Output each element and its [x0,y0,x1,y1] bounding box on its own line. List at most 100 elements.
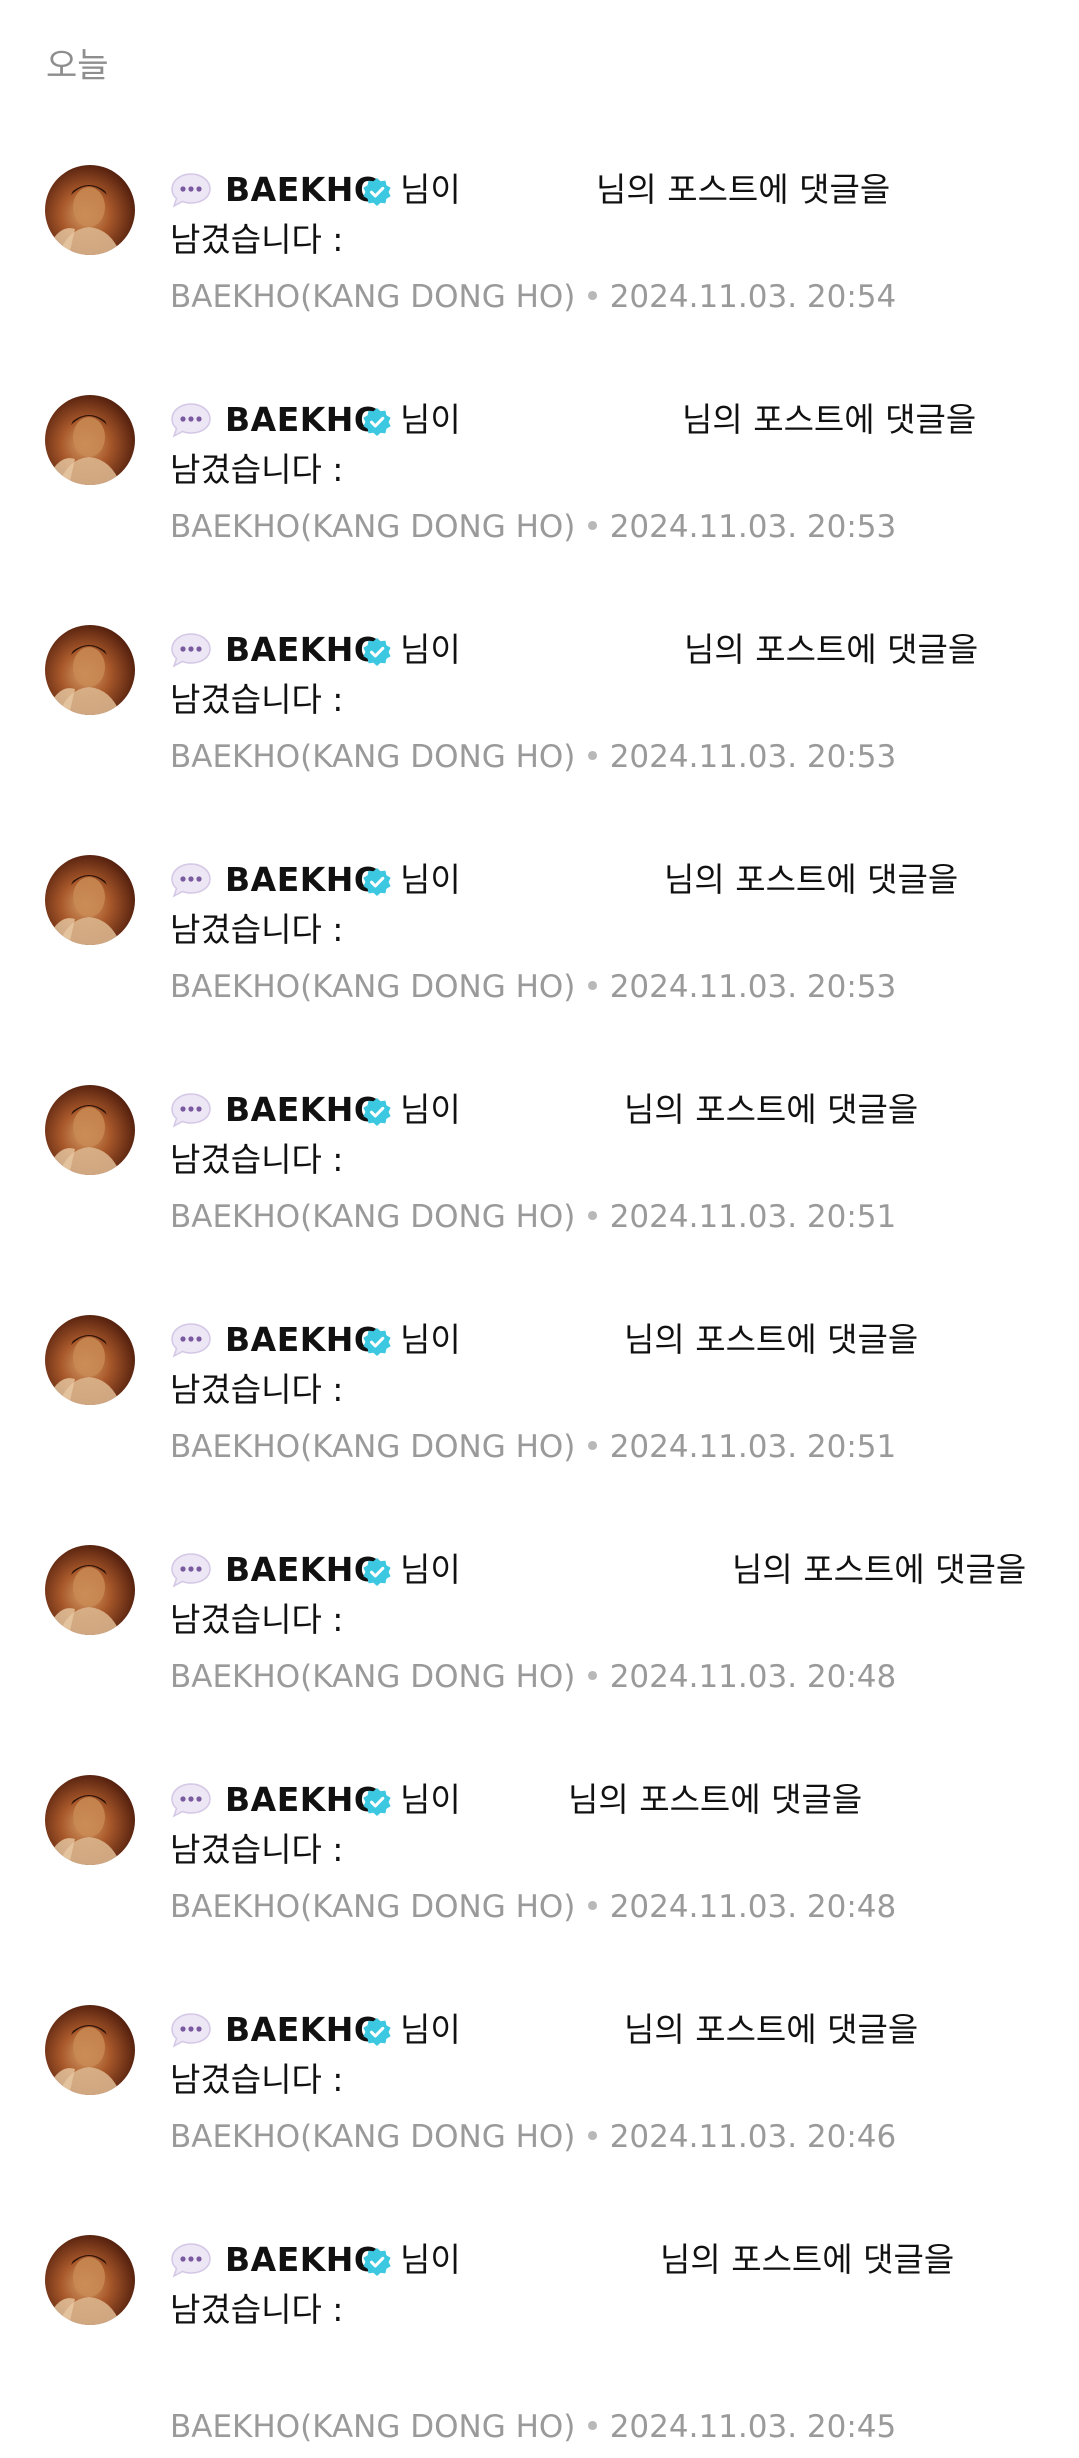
source-label: BAEKHO(KANG DONG HO) [170,509,576,545]
username[interactable]: BAEKHO [225,1777,382,1823]
avatar[interactable] [45,2005,135,2095]
source-label: BAEKHO(KANG DONG HO) [170,1199,576,1235]
action-suffix: 님의 포스트에 댓글을 [682,400,977,439]
notification-meta: BAEKHO(KANG DONG HO) • 2024.11.03. 20:53 [170,967,896,1007]
action-suffix: 님의 포스트에 댓글을 [596,170,891,209]
notification-item[interactable]: BAEKHO 님이 님의 포스트에 댓글을 남겼습니다 : BAEKHO(KAN… [0,625,1079,825]
action-prefix: 님이 [400,860,461,899]
notification-item[interactable]: BAEKHO 님이 님의 포스트에 댓글을 남겼습니다 : BAEKHO(KAN… [0,1315,1079,1515]
action-prefix: 님이 [400,1550,461,1589]
avatar[interactable] [45,625,135,715]
notification-text-line2: 남겼습니다 : [170,1830,344,1869]
action-suffix: 님의 포스트에 댓글을 [624,2010,919,2049]
chat-bubble-icon [170,862,212,898]
timestamp: 2024.11.03. 20:48 [609,1889,897,1925]
separator-dot: • [583,1659,602,1695]
chat-bubble-icon [170,2012,212,2048]
notification-text-line2: 남겼습니다 : [170,2290,344,2329]
username[interactable]: BAEKHO [225,627,382,673]
separator-dot: • [583,1889,602,1925]
action-suffix: 님의 포스트에 댓글을 [732,1550,1027,1589]
action-prefix: 님이 [400,400,461,439]
notification-item[interactable]: BAEKHO 님이 님의 포스트에 댓글을 남겼습니다 : BAEKHO(KAN… [0,1085,1079,1285]
separator-dot: • [583,509,602,545]
action-suffix: 님의 포스트에 댓글을 [660,2240,955,2279]
action-suffix: 님의 포스트에 댓글을 [624,1090,919,1129]
notification-text-line2: 남겼습니다 : [170,680,344,719]
action-suffix: 님의 포스트에 댓글을 [664,860,959,899]
avatar-image [51,1105,121,1175]
separator-dot: • [583,279,602,315]
avatar-image [51,1565,121,1635]
avatar[interactable] [45,855,135,945]
separator-dot: • [583,1199,602,1235]
verified-badge-icon [362,2247,392,2277]
action-suffix: 님의 포스트에 댓글을 [568,1780,863,1819]
notification-text-line2: 남겼습니다 : [170,450,344,489]
username[interactable]: BAEKHO [225,1317,382,1363]
verified-badge-icon [362,637,392,667]
chat-bubble-icon [170,1552,212,1588]
chat-bubble-icon [170,172,212,208]
source-label: BAEKHO(KANG DONG HO) [170,969,576,1005]
avatar-image [51,2255,121,2325]
separator-dot: • [583,2119,602,2155]
timestamp: 2024.11.03. 20:51 [609,1199,897,1235]
notification-meta: BAEKHO(KANG DONG HO) • 2024.11.03. 20:48 [170,1657,896,1697]
avatar[interactable] [45,1545,135,1635]
notification-item[interactable]: BAEKHO 님이 님의 포스트에 댓글을 남겼습니다 : BAEKHO(KAN… [0,2005,1079,2205]
verified-badge-icon [362,407,392,437]
notification-text-line2: 남겼습니다 : [170,1140,344,1179]
verified-badge-icon [362,2017,392,2047]
avatar[interactable] [45,1315,135,1405]
source-label: BAEKHO(KANG DONG HO) [170,739,576,775]
separator-dot: • [583,739,602,775]
avatar-image [51,415,121,485]
source-label: BAEKHO(KANG DONG HO) [170,1659,576,1695]
source-label: BAEKHO(KANG DONG HO) [170,279,576,315]
notification-item[interactable]: BAEKHO 님이 님의 포스트에 댓글을 남겼습니다 : BAEKHO(KAN… [0,165,1079,365]
notification-meta: BAEKHO(KANG DONG HO) • 2024.11.03. 20:45 [170,2407,896,2447]
timestamp: 2024.11.03. 20:48 [609,1659,897,1695]
username[interactable]: BAEKHO [225,2237,382,2283]
username[interactable]: BAEKHO [225,857,382,903]
notification-item[interactable]: BAEKHO 님이 님의 포스트에 댓글을 남겼습니다 : BAEKHO(KAN… [0,1545,1079,1745]
notification-meta: BAEKHO(KANG DONG HO) • 2024.11.03. 20:51 [170,1427,896,1467]
notification-meta: BAEKHO(KANG DONG HO) • 2024.11.03. 20:51 [170,1197,896,1237]
timestamp: 2024.11.03. 20:53 [609,509,897,545]
source-label: BAEKHO(KANG DONG HO) [170,1429,576,1465]
notification-item[interactable]: BAEKHO 님이 님의 포스트에 댓글을 남겼습니다 : BAEKHO(KAN… [0,855,1079,1055]
chat-bubble-icon [170,402,212,438]
notification-item[interactable]: BAEKHO 님이 님의 포스트에 댓글을 남겼습니다 : BAEKHO(KAN… [0,395,1079,595]
verified-badge-icon [362,177,392,207]
timestamp: 2024.11.03. 20:53 [609,969,897,1005]
chat-bubble-icon [170,1782,212,1818]
username[interactable]: BAEKHO [225,167,382,213]
avatar[interactable] [45,2235,135,2325]
verified-badge-icon [362,1557,392,1587]
notification-text-line2: 남겼습니다 : [170,2060,344,2099]
notification-text-line2: 남겼습니다 : [170,1600,344,1639]
notification-item[interactable]: BAEKHO 님이 님의 포스트에 댓글을 남겼습니다 : BAEKHO(KAN… [0,2235,1079,2445]
timestamp: 2024.11.03. 20:53 [609,739,897,775]
separator-dot: • [583,2409,602,2445]
notification-meta: BAEKHO(KANG DONG HO) • 2024.11.03. 20:46 [170,2117,896,2157]
notification-item[interactable]: BAEKHO 님이 님의 포스트에 댓글을 남겼습니다 : BAEKHO(KAN… [0,1775,1079,1975]
action-suffix: 님의 포스트에 댓글을 [624,1320,919,1359]
username[interactable]: BAEKHO [225,1087,382,1133]
avatar[interactable] [45,1085,135,1175]
username[interactable]: BAEKHO [225,2007,382,2053]
verified-badge-icon [362,1327,392,1357]
avatar[interactable] [45,165,135,255]
verified-badge-icon [362,1097,392,1127]
avatar[interactable] [45,395,135,485]
action-prefix: 님이 [400,2010,461,2049]
verified-badge-icon [362,1787,392,1817]
notification-text-line2: 남겼습니다 : [170,1370,344,1409]
notification-meta: BAEKHO(KANG DONG HO) • 2024.11.03. 20:48 [170,1887,896,1927]
source-label: BAEKHO(KANG DONG HO) [170,1889,576,1925]
avatar-image [51,875,121,945]
username[interactable]: BAEKHO [225,397,382,443]
username[interactable]: BAEKHO [225,1547,382,1593]
avatar[interactable] [45,1775,135,1865]
